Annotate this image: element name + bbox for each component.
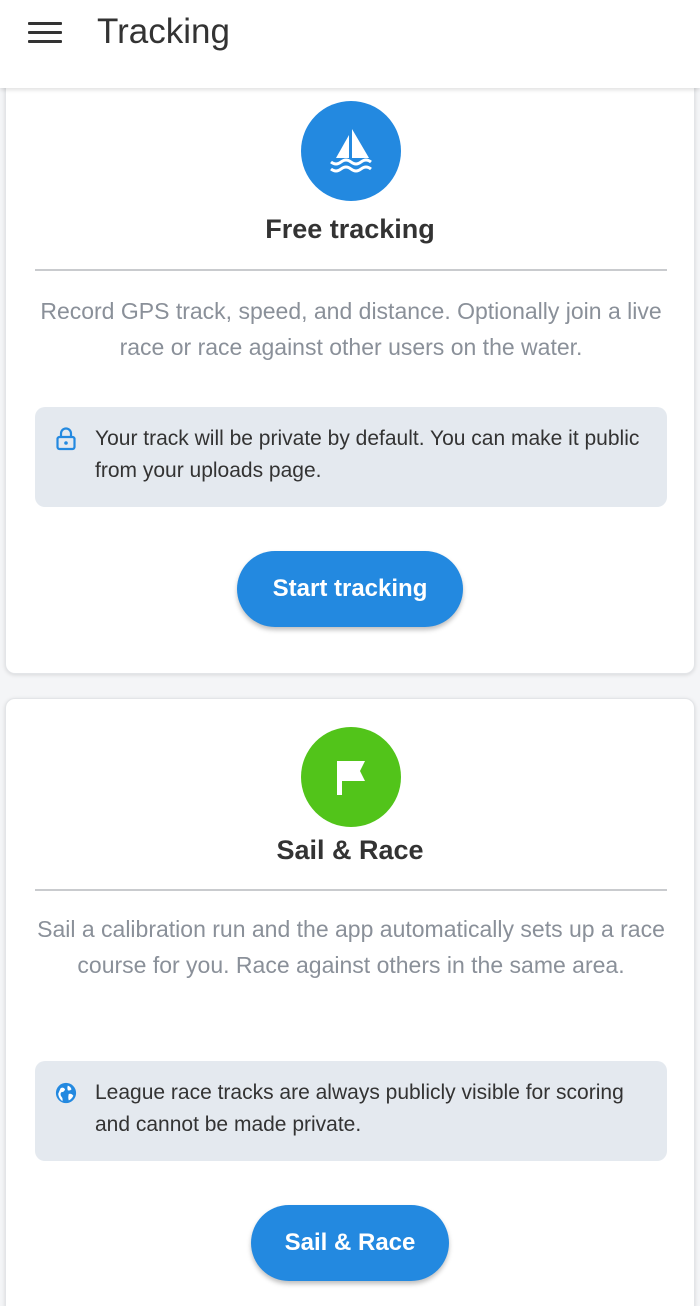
notice-text: Your track will be private by default. Y… xyxy=(95,427,640,482)
notice-text: League race tracks are always publicly v… xyxy=(95,1081,624,1136)
page-title: Tracking xyxy=(97,12,230,51)
lock-icon xyxy=(56,427,76,451)
sail-and-race-card: Sail & Race Sail a calibration run and t… xyxy=(5,698,695,1306)
hamburger-menu-icon[interactable] xyxy=(28,22,62,43)
globe-icon xyxy=(55,1082,77,1104)
free-tracking-card: Free tracking Record GPS track, speed, a… xyxy=(5,88,695,674)
sail-and-race-button[interactable]: Sail & Race xyxy=(251,1205,449,1281)
privacy-notice: Your track will be private by default. Y… xyxy=(35,407,667,507)
divider xyxy=(35,889,667,891)
card-title: Sail & Race xyxy=(276,835,424,865)
card-title: Free tracking xyxy=(265,214,435,244)
content-scroll-area[interactable]: Free tracking Record GPS track, speed, a… xyxy=(0,88,700,1306)
flag-icon xyxy=(301,727,401,827)
divider xyxy=(35,269,667,271)
app-bar: Tracking xyxy=(0,0,700,88)
card-description: Record GPS track, speed, and distance. O… xyxy=(40,298,662,360)
start-tracking-button[interactable]: Start tracking xyxy=(237,551,463,627)
sailboat-icon xyxy=(301,101,401,201)
visibility-notice: League race tracks are always publicly v… xyxy=(35,1061,667,1161)
card-description: Sail a calibration run and the app autom… xyxy=(37,916,665,978)
